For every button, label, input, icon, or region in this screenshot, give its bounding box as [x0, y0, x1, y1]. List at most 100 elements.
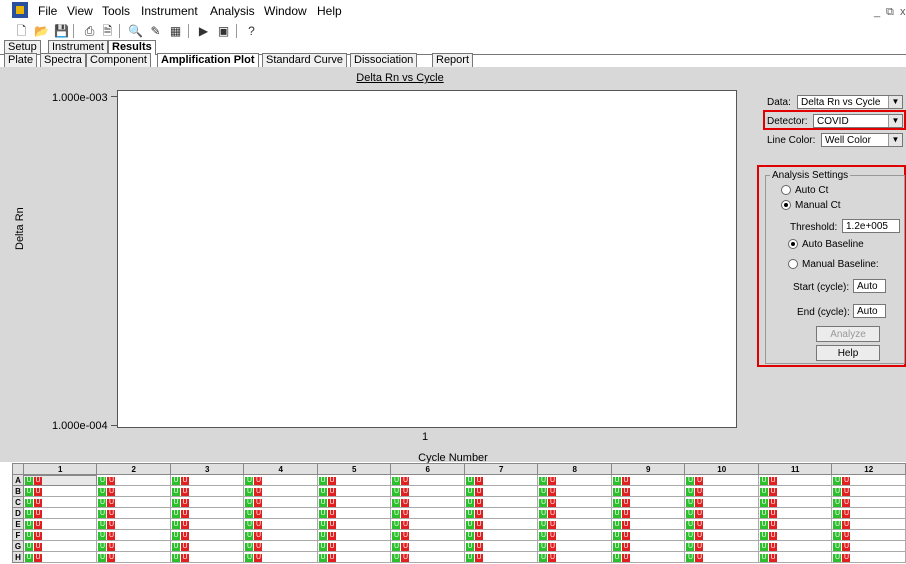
- zoom-icon[interactable]: 🔍: [128, 24, 143, 38]
- menu-analysis[interactable]: Analysis: [210, 4, 255, 18]
- plate-well[interactable]: UU: [22, 551, 98, 563]
- run-icon[interactable]: ▶: [196, 24, 211, 38]
- plate-well[interactable]: UU: [390, 540, 465, 552]
- plate-well[interactable]: UU: [684, 551, 759, 563]
- plate-well[interactable]: UU: [610, 474, 686, 486]
- plate-well[interactable]: UU: [537, 551, 612, 563]
- plate-well[interactable]: UU: [610, 540, 686, 552]
- table-icon[interactable]: ▦: [168, 24, 183, 38]
- plate-row-header[interactable]: D: [12, 507, 24, 519]
- plate-well[interactable]: UU: [316, 529, 392, 541]
- chevron-down-icon[interactable]: ▼: [888, 96, 902, 108]
- plate-well[interactable]: UU: [684, 474, 759, 486]
- open-folder-icon[interactable]: 📂: [34, 24, 49, 38]
- amplification-plot-area[interactable]: [117, 90, 737, 428]
- plate-well[interactable]: UU: [96, 507, 171, 519]
- plate-column-header[interactable]: 8: [537, 463, 612, 475]
- menu-file[interactable]: File: [38, 4, 57, 18]
- plate-well[interactable]: UU: [831, 551, 906, 563]
- plate-well[interactable]: UU: [169, 529, 245, 541]
- tab-report[interactable]: Report: [432, 53, 474, 67]
- data-select[interactable]: Delta Rn vs Cycle ▼: [797, 95, 903, 109]
- plate-well[interactable]: UU: [243, 474, 318, 486]
- print-icon[interactable]: ⎙: [82, 24, 97, 38]
- plate-well[interactable]: UU: [96, 529, 171, 541]
- plate-well[interactable]: UU: [96, 485, 171, 497]
- plate-well[interactable]: UU: [390, 518, 465, 530]
- chevron-down-icon[interactable]: ▼: [888, 134, 902, 146]
- plate-well[interactable]: UU: [22, 529, 98, 541]
- plate-row-header[interactable]: E: [12, 518, 24, 530]
- plate-well[interactable]: UU: [169, 518, 245, 530]
- plate-well[interactable]: UU: [537, 529, 612, 541]
- plate-well[interactable]: UU: [610, 518, 686, 530]
- plate-well[interactable]: UU: [96, 518, 171, 530]
- plate-well[interactable]: UU: [757, 507, 833, 519]
- close-button[interactable]: x: [900, 6, 906, 18]
- plate-well[interactable]: UU: [96, 551, 171, 563]
- auto-ct-radio[interactable]: Auto Ct: [781, 185, 828, 196]
- menu-tools[interactable]: Tools: [102, 4, 130, 18]
- threshold-input[interactable]: 1.2e+005: [842, 219, 900, 233]
- plate-well[interactable]: UU: [831, 507, 906, 519]
- plate-well[interactable]: UU: [684, 496, 759, 508]
- plate-column-header[interactable]: 1: [22, 463, 98, 475]
- plate-well[interactable]: UU: [831, 496, 906, 508]
- plate-well[interactable]: UU: [537, 474, 612, 486]
- tab-dissociation[interactable]: Dissociation: [350, 53, 418, 67]
- plate-well[interactable]: UU: [463, 518, 539, 530]
- tab-instrument[interactable]: Instrument: [48, 40, 108, 54]
- plate-row-header[interactable]: F: [12, 529, 24, 541]
- plate-well[interactable]: UU: [22, 474, 98, 486]
- plate-well[interactable]: UU: [610, 496, 686, 508]
- plate-well[interactable]: UU: [316, 551, 392, 563]
- auto-baseline-radio[interactable]: Auto Baseline: [788, 239, 864, 250]
- plate-column-header[interactable]: 10: [684, 463, 759, 475]
- plate-column-header[interactable]: 9: [610, 463, 686, 475]
- plate-well[interactable]: UU: [831, 529, 906, 541]
- detector-select[interactable]: COVID ▼: [813, 114, 903, 128]
- plate-well[interactable]: UU: [316, 540, 392, 552]
- plate-row-header[interactable]: H: [12, 551, 24, 563]
- plate-well[interactable]: UU: [831, 474, 906, 486]
- plate-well[interactable]: UU: [243, 485, 318, 497]
- plate-row-header[interactable]: B: [12, 485, 24, 497]
- plate-well[interactable]: UU: [169, 485, 245, 497]
- help-icon[interactable]: ?: [244, 24, 259, 38]
- plate-well[interactable]: UU: [757, 551, 833, 563]
- plate-well[interactable]: UU: [757, 518, 833, 530]
- plate-well[interactable]: UU: [831, 485, 906, 497]
- plate-well[interactable]: UU: [684, 485, 759, 497]
- plate-well[interactable]: UU: [684, 540, 759, 552]
- plate-well[interactable]: UU: [537, 485, 612, 497]
- plate-well[interactable]: UU: [537, 518, 612, 530]
- plate-well[interactable]: UU: [22, 507, 98, 519]
- menu-window[interactable]: Window: [264, 4, 307, 18]
- tab-component[interactable]: Component: [86, 53, 151, 67]
- plate-well[interactable]: UU: [463, 540, 539, 552]
- restore-button[interactable]: ⧉: [886, 6, 894, 19]
- minimize-button[interactable]: _: [874, 6, 880, 18]
- plate-column-header[interactable]: 4: [243, 463, 318, 475]
- manual-ct-radio[interactable]: Manual Ct: [781, 200, 841, 211]
- plate-well[interactable]: UU: [169, 540, 245, 552]
- plate-column-header[interactable]: 11: [757, 463, 833, 475]
- plate-well[interactable]: UU: [22, 496, 98, 508]
- plate-well[interactable]: UU: [390, 551, 465, 563]
- plate-well[interactable]: UU: [243, 551, 318, 563]
- plate-well[interactable]: UU: [757, 540, 833, 552]
- print-preview-icon[interactable]: 🗎: [100, 24, 115, 38]
- window-icon[interactable]: ▣: [216, 24, 231, 38]
- manual-baseline-radio[interactable]: Manual Baseline:: [788, 259, 879, 270]
- edit-icon[interactable]: ✎: [148, 24, 163, 38]
- plate-well[interactable]: UU: [757, 474, 833, 486]
- plate-well[interactable]: UU: [243, 496, 318, 508]
- plate-well[interactable]: UU: [243, 507, 318, 519]
- plate-well[interactable]: UU: [610, 529, 686, 541]
- plate-column-header[interactable]: 3: [169, 463, 245, 475]
- plate-column-header[interactable]: 5: [316, 463, 392, 475]
- plate-well[interactable]: UU: [463, 474, 539, 486]
- plate-well[interactable]: UU: [243, 540, 318, 552]
- plate-well[interactable]: UU: [390, 529, 465, 541]
- plate-well[interactable]: UU: [757, 485, 833, 497]
